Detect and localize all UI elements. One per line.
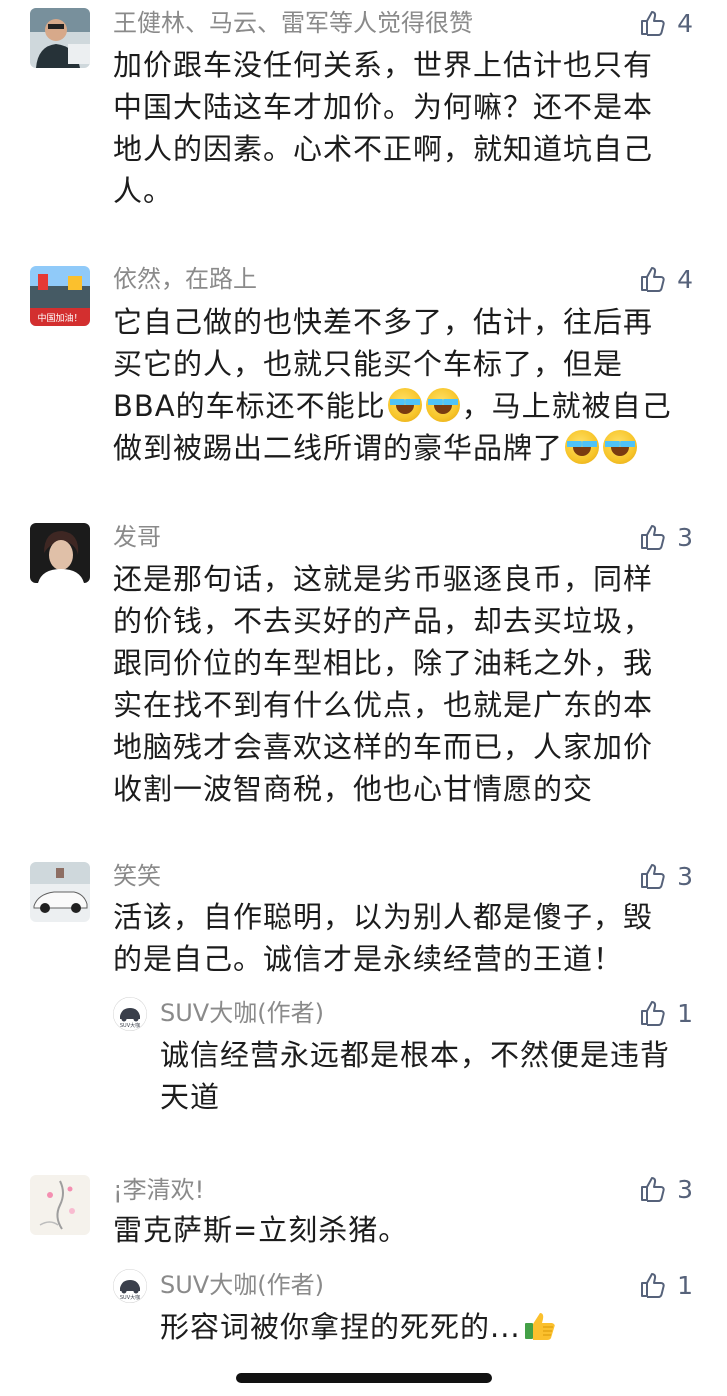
comment-text: 雷克萨斯=立刻杀猪。 [113,1209,698,1251]
comment-line: 实在找不到有什么优点，也就是广东的本 [113,688,654,722]
commenter-name[interactable]: 王健林、马云、雷军等人觉得很赞 [113,7,473,39]
comment-line: 活该，自作聪明，以为别人都是傻子，毁 [113,900,654,934]
author-avatar-caption: SUV大咖 [120,1294,140,1301]
author-avatar[interactable]: SUV大咖 [113,1269,147,1303]
author-avatar[interactable]: SUV大咖 [113,997,147,1031]
thumbs-up-icon [641,1273,665,1298]
thumbs-up-icon [641,11,665,36]
thumbs-up-icon [641,1001,665,1026]
avatar[interactable] [30,523,90,583]
laugh-cry-emoji-icon [565,430,600,464]
thumbs-up-icon [641,864,665,889]
thumbs-up-icon [641,525,665,550]
author-avatar-caption: SUV大咖 [120,1022,140,1029]
comment-line: 中国大陆这车才加价。为何嘛？还不是本 [113,90,654,124]
commenter-name[interactable]: ¡李清欢! [113,1174,204,1206]
comment-line: 收割一波智商税，他也心甘情愿的交 [113,772,594,806]
like-button[interactable]: 1 [639,995,693,1031]
reply-text: 诚信经营永远都是根本，不然便是违背 天道 [160,1034,700,1118]
comment-line: 雷克萨斯=立刻杀猪。 [113,1213,409,1247]
laugh-cry-emoji-icon [603,430,638,464]
comment-line: 买它的人，也就只能买个车标了，但是 [113,347,624,381]
comment-line: 跟同价位的车型相比，除了油耗之外，我 [113,646,654,680]
comment-line: 它自己做的也快差不多了，估计，往后再 [113,305,654,339]
comment-line: 还是那句话，这就是劣币驱逐良币，同样 [113,562,654,596]
like-button[interactable]: 4 [639,5,693,41]
comment-line: 的价钱，不去买好的产品，却去买垃圾， [113,604,654,638]
comment-line: 加价跟车没任何关系，世界上估计也只有 [113,48,654,82]
commenter-name[interactable]: 笑笑 [113,860,161,892]
like-button[interactable]: 3 [639,1171,693,1207]
home-indicator[interactable] [236,1373,492,1383]
comment-text: 加价跟车没任何关系，世界上估计也只有 中国大陆这车才加价。为何嘛？还不是本 地人… [113,44,698,212]
thumbs-up-icon [641,1177,665,1202]
like-count: 1 [677,1270,693,1300]
like-count: 1 [677,998,693,1028]
reply-line: 天道 [160,1080,221,1114]
avatar[interactable] [30,862,90,922]
comment-text: 还是那句话，这就是劣币驱逐良币，同样 的价钱，不去买好的产品，却去买垃圾， 跟同… [113,558,698,810]
laugh-cry-emoji-icon [425,388,460,422]
like-count: 3 [677,861,693,891]
avatar-caption: 中国加油！ [37,312,82,324]
thumbs-up-emoji-icon [524,1313,555,1340]
commenter-name[interactable]: 发哥 [113,521,161,553]
commenter-name[interactable]: 依然，在路上 [113,263,257,295]
like-count: 3 [677,522,693,552]
reply-text: 形容词被你拿捏的死死的... [160,1306,700,1348]
reply-line: 诚信经营永远都是根本，不然便是违背 [160,1038,671,1072]
avatar[interactable]: 中国加油！ [30,266,90,326]
reply-author-name[interactable]: SUV大咖(作者) [160,997,324,1029]
comment-line: 地人的因素。心术不正啊，就知道坑自己 [113,132,654,166]
reply-author-name[interactable]: SUV大咖(作者) [160,1269,324,1301]
like-button[interactable]: 3 [639,519,693,555]
comment-line: BBA的车标还不能比 ，马上就被自己 [113,388,672,423]
thumbs-up-icon [641,267,665,292]
like-count: 3 [677,1174,693,1204]
like-count: 4 [677,264,693,294]
comment-line: 人。 [113,174,174,208]
comment-line: 的是自己。诚信才是永续经营的王道！ [113,942,624,976]
like-count: 4 [677,8,693,38]
like-button[interactable]: 1 [639,1267,693,1303]
avatar[interactable] [30,8,90,68]
avatar[interactable] [30,1175,90,1235]
laugh-cry-emoji-icon [387,388,422,422]
comment-text: 它自己做的也快差不多了，估计，往后再 买它的人，也就只能买个车标了，但是 BBA… [113,301,698,469]
like-button[interactable]: 4 [639,261,693,297]
comment-line: 做到被踢出二线所谓的豪华品牌了 [113,427,698,469]
like-button[interactable]: 3 [639,858,693,894]
comment-line: 地脑残才会喜欢这样的车而已，人家加价 [113,730,654,764]
comment-text: 活该，自作聪明，以为别人都是傻子，毁 的是自己。诚信才是永续经营的王道！ [113,896,698,980]
